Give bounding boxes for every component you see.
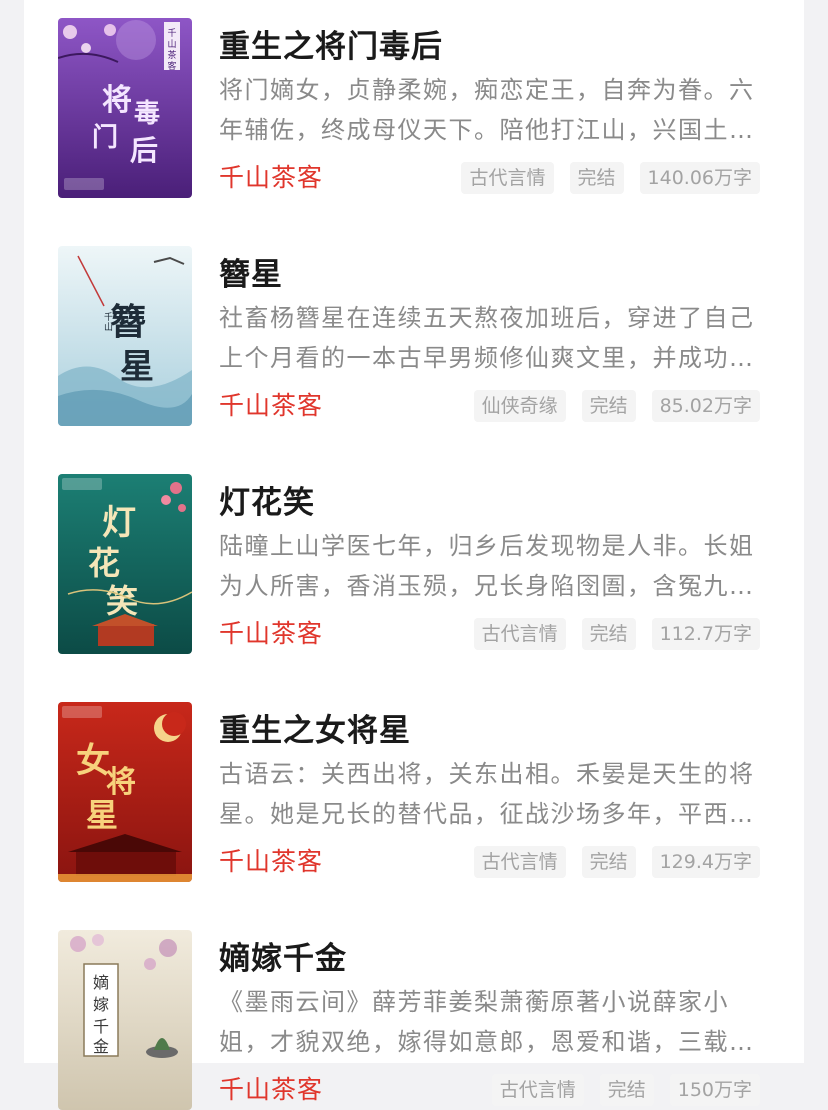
book-info: 嫡嫁千金 《墨雨云间》薛芳菲姜梨萧蘅原著小说薛家小姐，才貌双绝，嫁得如意郎，恩爱… — [219, 930, 764, 1110]
genre-tag: 古代言情 — [491, 1074, 584, 1106]
book-list-page: 千 山 茶 客 将 毒 门 后 重生之将门毒后 将门嫡女，贞静柔婉，痴恋定王，自… — [24, 0, 804, 1110]
svg-text:客: 客 — [167, 60, 176, 72]
book-author[interactable]: 千山茶客 — [219, 158, 323, 194]
book-title[interactable]: 嫡嫁千金 — [219, 933, 347, 978]
svg-text:将: 将 — [106, 765, 136, 800]
book-tags: 古代言情 完结 129.4万字 — [473, 846, 760, 878]
svg-text:千: 千 — [93, 1017, 109, 1036]
genre-tag: 古代言情 — [461, 162, 554, 194]
book-info: 重生之女将星 古语云：关西出将，关东出相。禾晏是天生的将星。她是兄长的替代品，征… — [219, 702, 764, 882]
book-description: 社畜杨簪星在连续五天熬夜加班后，穿进了自己上个月看的一本古早男频修仙爽文里，并成… — [219, 304, 755, 372]
svg-text:金: 金 — [93, 1037, 109, 1056]
book-cover-image[interactable]: 灯 花 笑 — [58, 474, 192, 654]
book-author[interactable]: 千山茶客 — [219, 614, 323, 650]
svg-text:笑: 笑 — [106, 582, 138, 620]
word-count-tag: 140.06万字 — [639, 162, 760, 194]
svg-text:灯: 灯 — [102, 503, 136, 543]
book-cover-image[interactable]: 千 山 茶 客 将 毒 门 后 — [58, 18, 192, 198]
book-title[interactable]: 重生之女将星 — [219, 705, 411, 750]
book-item[interactable]: 灯 花 笑 灯花笑 陆曈上山学医七年，归乡后发现物是人非。长姐为人所害，香消玉殒… — [58, 474, 764, 654]
book-description: 陆曈上山学医七年，归乡后发现物是人非。长姐为人所害，香消玉殒，兄长身陷囹圄，含冤… — [219, 532, 755, 600]
svg-text:嫡: 嫡 — [93, 973, 109, 992]
svg-text:女: 女 — [76, 741, 110, 781]
svg-text:星: 星 — [120, 347, 154, 387]
book-info: 簪星 社畜杨簪星在连续五天熬夜加班后，穿进了自己上个月看的一本古早男频修仙爽文里… — [219, 246, 764, 426]
book-author[interactable]: 千山茶客 — [219, 386, 323, 422]
svg-text:山: 山 — [167, 39, 176, 50]
book-info: 灯花笑 陆曈上山学医七年，归乡后发现物是人非。长姐为人所害，香消玉殒，兄长身陷囹… — [219, 474, 764, 654]
word-count-tag: 129.4万字 — [651, 846, 760, 878]
book-title[interactable]: 重生之将门毒后 — [219, 21, 443, 66]
book-author[interactable]: 千山茶客 — [219, 1070, 323, 1106]
svg-text:门: 门 — [92, 123, 118, 153]
book-description: 古语云：关西出将，关东出相。禾晏是天生的将星。她是兄长的替代品，征战沙场多年，平… — [219, 760, 755, 828]
book-info: 重生之将门毒后 将门嫡女，贞静柔婉，痴恋定王，自奔为眷。六年辅佐，终成母仪天下。… — [219, 18, 764, 198]
svg-text:将: 将 — [102, 83, 132, 118]
book-tags: 古代言情 完结 140.06万字 — [461, 162, 760, 194]
status-tag: 完结 — [599, 1074, 654, 1106]
svg-text:茶: 茶 — [167, 49, 176, 61]
svg-text:星: 星 — [86, 796, 118, 834]
svg-text:花: 花 — [88, 544, 120, 582]
book-title[interactable]: 簪星 — [219, 249, 283, 294]
status-tag: 完结 — [581, 618, 636, 650]
book-item[interactable]: 女 将 星 重生之女将星 古语云：关西出将，关东出相。禾晏是天生的将星。她是兄长… — [58, 702, 764, 882]
svg-text:嫁: 嫁 — [93, 995, 109, 1014]
book-author[interactable]: 千山茶客 — [219, 842, 323, 878]
svg-text:千: 千 — [104, 312, 113, 323]
word-count-tag: 85.02万字 — [651, 390, 760, 422]
svg-text:簪: 簪 — [110, 301, 146, 343]
book-cover-image[interactable]: 嫡 嫁 千 金 — [58, 930, 192, 1110]
book-tags: 古代言情 完结 112.7万字 — [473, 618, 760, 650]
status-tag: 完结 — [569, 162, 624, 194]
svg-text:后: 后 — [130, 134, 158, 167]
genre-tag: 仙侠奇缘 — [473, 390, 566, 422]
svg-text:山: 山 — [104, 322, 113, 333]
book-cover-image[interactable]: 簪 星 千 山 — [58, 246, 192, 426]
book-title[interactable]: 灯花笑 — [219, 477, 315, 522]
svg-text:千: 千 — [167, 28, 176, 39]
status-tag: 完结 — [581, 846, 636, 878]
book-item[interactable]: 千 山 茶 客 将 毒 门 后 重生之将门毒后 将门嫡女，贞静柔婉，痴恋定王，自… — [58, 18, 764, 198]
word-count-tag: 150万字 — [669, 1074, 760, 1106]
genre-tag: 古代言情 — [473, 618, 566, 650]
status-tag: 完结 — [581, 390, 636, 422]
book-tags: 仙侠奇缘 完结 85.02万字 — [473, 390, 760, 422]
book-item[interactable]: 簪 星 千 山 簪星 社畜杨簪星在连续五天熬夜加班后，穿进了自己上个月看的一本古… — [58, 246, 764, 426]
book-description: 《墨雨云间》薛芳菲姜梨萧蘅原著小说薛家小姐，才貌双绝，嫁得如意郎，恩爱和谐，三载… — [219, 988, 729, 1056]
word-count-tag: 112.7万字 — [651, 618, 760, 650]
genre-tag: 古代言情 — [473, 846, 566, 878]
book-cover-image[interactable]: 女 将 星 — [58, 702, 192, 882]
book-description: 将门嫡女，贞静柔婉，痴恋定王，自奔为眷。六年辅佐，终成母仪天下。陪他打江山，兴国… — [219, 76, 755, 144]
svg-text:毒: 毒 — [134, 99, 160, 129]
book-item[interactable]: 嫡 嫁 千 金 嫡嫁千金 《墨雨云间》薛芳菲姜梨萧蘅原著小说薛家小姐，才貌双绝，… — [58, 930, 764, 1110]
book-tags: 古代言情 完结 150万字 — [491, 1074, 760, 1106]
